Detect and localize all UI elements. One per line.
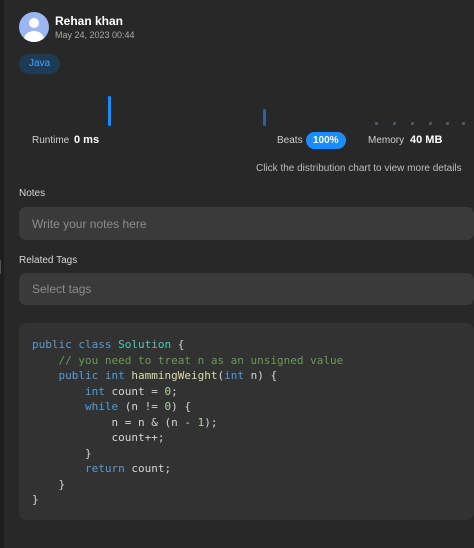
memory-distribution-dot [393, 122, 396, 125]
memory-distribution-dot [375, 122, 378, 125]
avatar[interactable] [19, 12, 49, 42]
memory-label: Memory [368, 135, 405, 146]
resize-grip-icon [0, 260, 3, 274]
code-token: while [84, 400, 119, 413]
code-token: n = n & (n - [32, 415, 198, 429]
code-token: count = [104, 384, 165, 398]
language-badge: Java [19, 54, 61, 74]
runtime-value: 0 ms [74, 134, 100, 146]
panel-resize-handle[interactable] [0, 0, 4, 548]
code-line: } [32, 477, 474, 493]
code-line: public int hammingWeight(int n) { [32, 368, 474, 384]
distribution-chart[interactable] [0, 88, 474, 130]
code-line: } [32, 446, 474, 462]
avatar-head-shape [29, 18, 39, 28]
code-line: count++; [32, 430, 474, 446]
code-line: return count; [32, 461, 474, 477]
code-token: } [32, 493, 39, 506]
memory-distribution-dot [429, 122, 432, 125]
code-token: { [171, 338, 185, 351]
code-line: // you need to treat n as an unsigned va… [32, 353, 474, 369]
code-token: public class [32, 338, 119, 351]
code-token: ; [171, 384, 178, 398]
beats-label: Beats [277, 135, 303, 146]
code-token: ) { [171, 400, 191, 413]
code-token: return [84, 462, 125, 475]
code-token: // you need to treat n as an unsigned va… [58, 353, 344, 367]
code-token: } [32, 477, 66, 491]
related-tags-label: Related Tags [19, 255, 78, 266]
code-token: Solution [118, 338, 172, 351]
code-token: public int [58, 369, 132, 382]
username[interactable]: Rehan khan [55, 14, 123, 28]
notes-label: Notes [19, 188, 46, 199]
code-token: } [32, 446, 92, 460]
memory-distribution-bar [263, 109, 266, 126]
code-line: int count = 0; [32, 384, 474, 400]
code-token: int [224, 369, 244, 382]
tags-select[interactable] [19, 273, 474, 305]
runtime-distribution-bar [108, 96, 111, 126]
code-token: count; [124, 462, 172, 475]
code-block[interactable]: public class Solution { // you need to t… [19, 323, 474, 520]
code-line: } [32, 492, 474, 508]
code-token: int [84, 384, 105, 398]
code-line: public class Solution { [32, 337, 474, 353]
runtime-label: Runtime [32, 135, 70, 146]
code-token: ); [204, 415, 218, 429]
avatar-body-shape [24, 31, 44, 42]
code-token: n) { [243, 369, 278, 382]
distribution-hint: Click the distribution chart to view mor… [256, 163, 462, 174]
code-line: while (n != 0) { [32, 399, 474, 415]
code-token: (n != [118, 400, 165, 413]
memory-distribution-dot [462, 122, 465, 125]
code-token: hammingWeight [131, 369, 218, 382]
code-line: n = n & (n - 1); [32, 415, 474, 431]
submission-timestamp: May 24, 2023 00:44 [55, 30, 135, 40]
submission-detail-panel: Rehan khan May 24, 2023 00:44 Java Runti… [0, 0, 474, 548]
beats-percentage-badge: 100% [306, 132, 346, 149]
notes-input[interactable] [19, 207, 474, 240]
code-token: count++; [32, 431, 165, 444]
memory-distribution-dot [411, 122, 414, 125]
memory-distribution-dot [446, 122, 449, 125]
memory-value: 40 MB [410, 134, 443, 146]
